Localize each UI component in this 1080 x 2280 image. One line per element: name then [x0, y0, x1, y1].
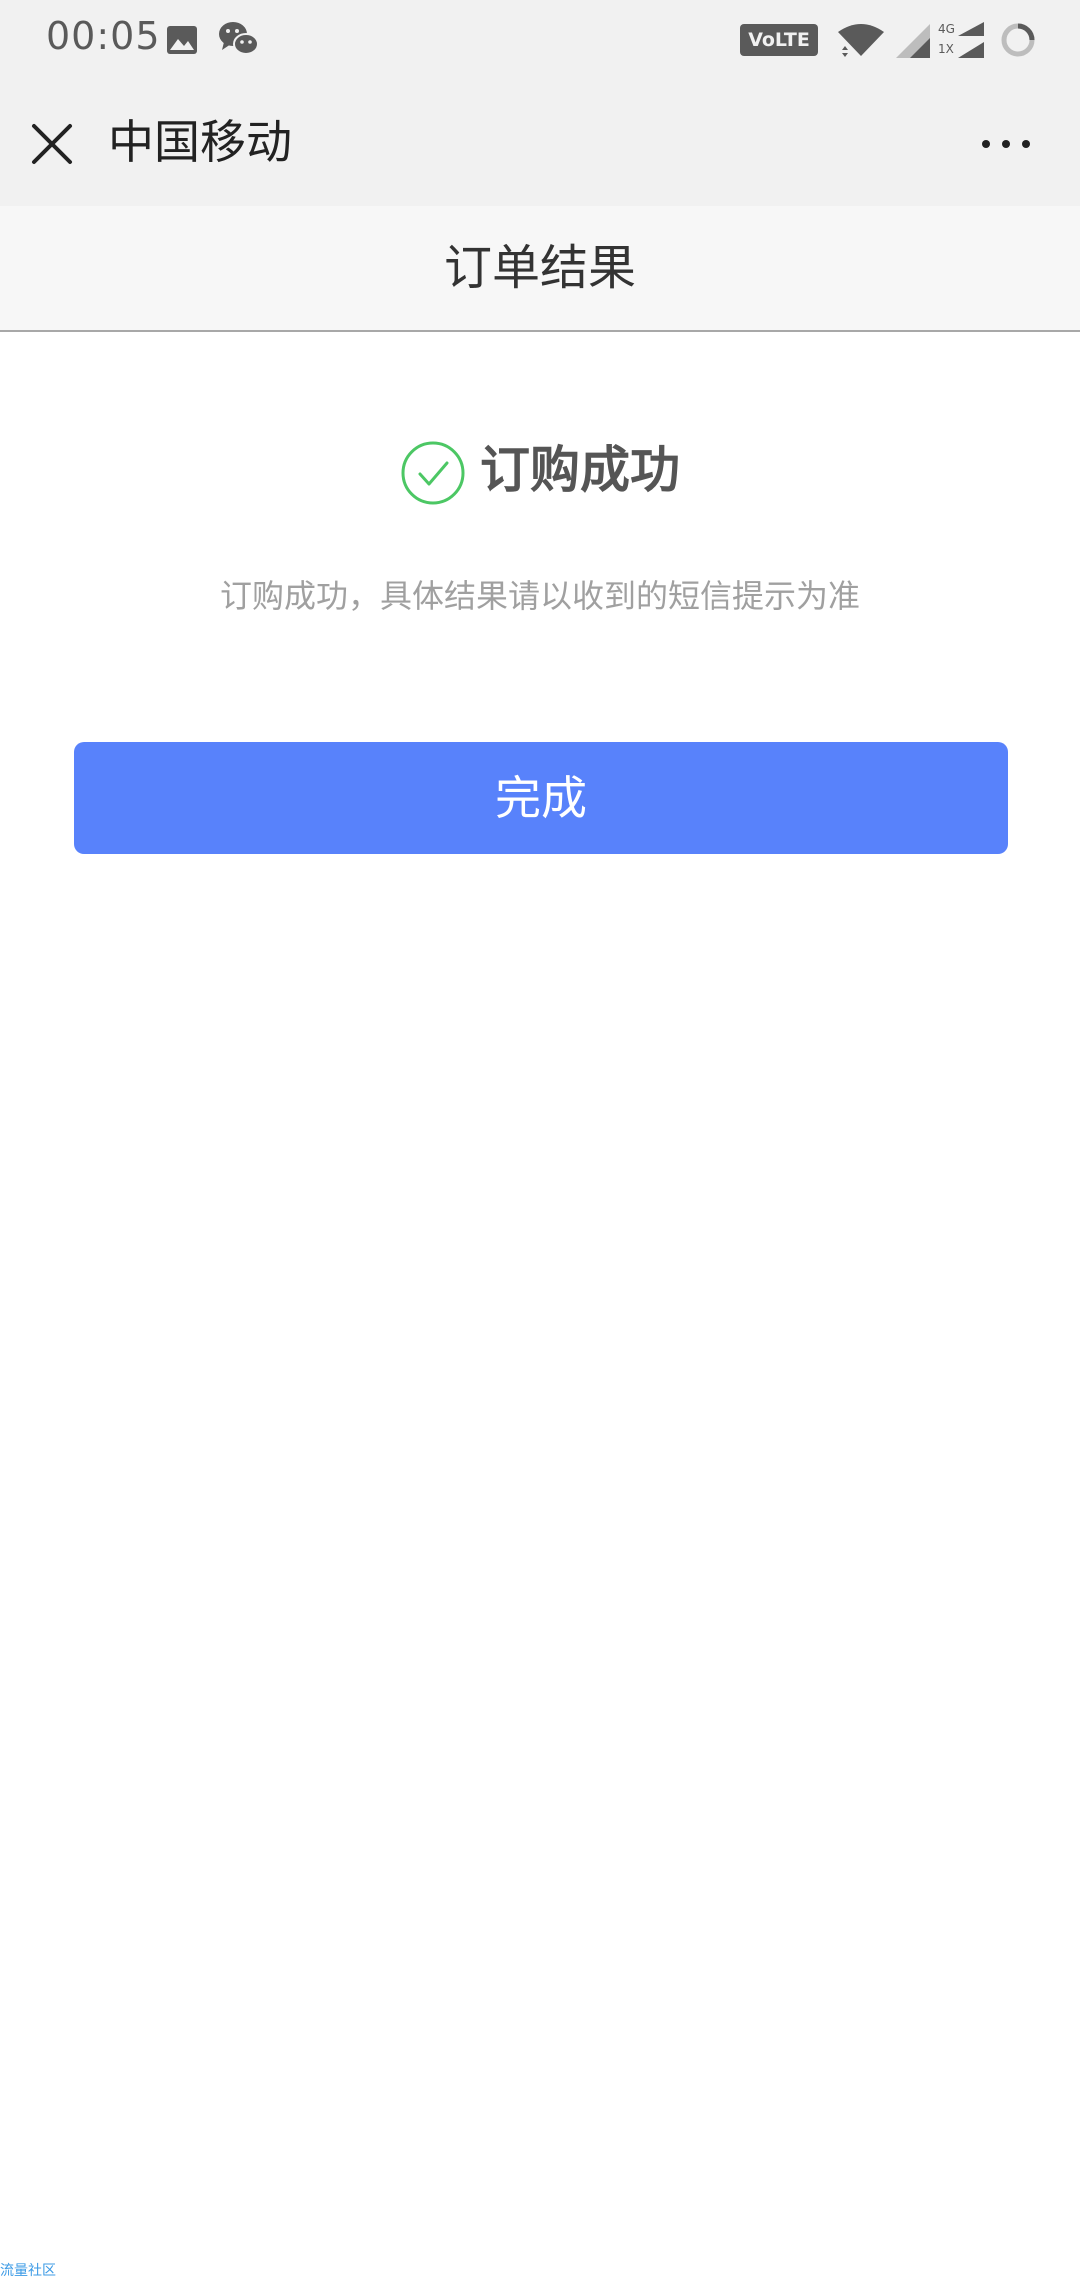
status-bar: 00:05 VoLTE 1 4G 1X: [0, 0, 1080, 83]
more-button[interactable]: [976, 122, 1036, 166]
network-signal-icon: 4G 1X: [936, 20, 984, 60]
loading-icon: [1001, 23, 1035, 57]
result-status: 订购成功: [0, 430, 1080, 510]
watermark: 流量社区: [0, 2263, 56, 2279]
image-icon: [167, 26, 197, 54]
result-description: 订购成功，具体结果请以收到的短信提示为准: [219, 577, 860, 615]
more-icon: [982, 140, 1030, 148]
page-title: 订单结果: [443, 240, 636, 296]
page-header: 订单结果: [0, 206, 1080, 332]
network-type-bottom: 1X: [938, 42, 954, 56]
wifi-icon: [838, 24, 884, 57]
volte-icon: VoLTE 1: [740, 24, 818, 83]
close-icon: [32, 124, 72, 164]
app-header: 中国移动: [0, 82, 1080, 206]
done-button[interactable]: 完成: [74, 742, 1008, 854]
network-type-top: 4G: [938, 22, 955, 36]
signal-icon: [896, 24, 930, 58]
app-title: 中国移动: [108, 115, 292, 169]
volte-label: VoLTE 1: [748, 29, 810, 83]
wechat-icon: [219, 22, 259, 55]
close-button[interactable]: [22, 114, 82, 174]
status-time: 00:05: [46, 14, 161, 58]
result-title: 订购成功: [480, 441, 680, 499]
check-circle-icon: [401, 441, 465, 505]
